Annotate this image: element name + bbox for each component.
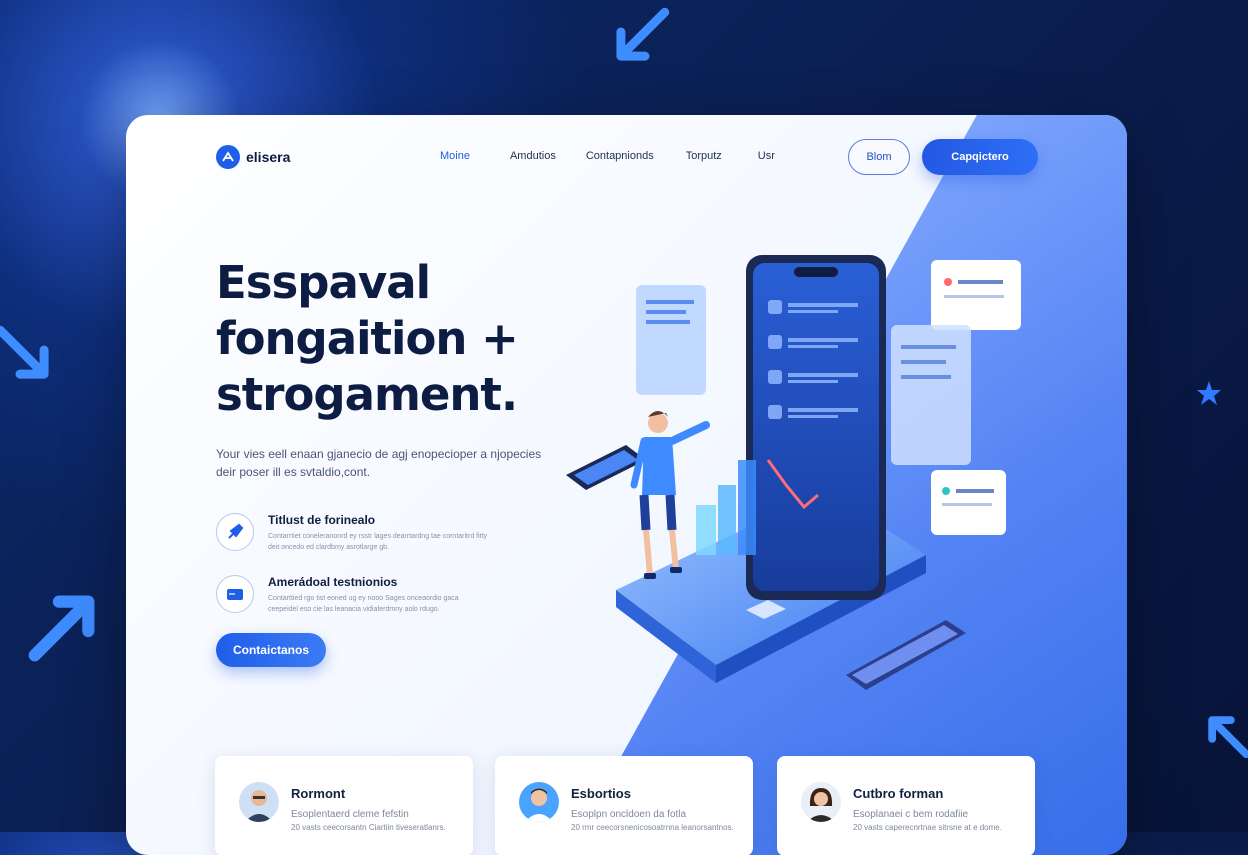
capqictero-button[interactable]: Capqictero xyxy=(922,139,1038,175)
card-desc: Esoplentaerd cleme fefstin 20 vasts ceeco… xyxy=(291,808,461,834)
hero-title-line: fongaition + xyxy=(216,312,519,365)
feature-item: Titlust de forinealo Contarrtiet coneler… xyxy=(216,513,516,569)
rocket-icon xyxy=(216,513,254,551)
profile-card[interactable]: Rormont Esoplentaerd cleme fefstin 20 vas… xyxy=(215,756,473,855)
arrow-decoration-icon xyxy=(0,547,143,703)
landing-page-card: elisera Moine Amdutios Contapnionds Torp… xyxy=(126,115,1127,855)
card-line: 20 vasts caperecnrtnae sitrsne at e dome… xyxy=(853,823,1002,832)
card-line: Esoplentaerd cleme fefstin xyxy=(291,809,409,820)
star-decoration-icon xyxy=(1196,380,1222,406)
hero-illustration xyxy=(546,245,1086,715)
nav-item-torputz[interactable]: Torputz xyxy=(686,150,722,162)
hero-title-line: Esspaval xyxy=(216,256,431,309)
avatar-man-young xyxy=(519,782,559,822)
brand-name: elisera xyxy=(246,149,291,165)
hero-title: Esspaval fongaition + strogament. xyxy=(216,255,596,423)
top-navigation-bar: elisera Moine Amdutios Contapnionds Torp… xyxy=(126,115,1127,201)
feature-description: Contarrtiet coneleranonrd ey rsstr lages… xyxy=(268,533,488,551)
brand-logo[interactable]: elisera xyxy=(216,145,290,169)
card-line: 20 vasts ceecorsantn Ciartiin tiveseratl… xyxy=(291,823,446,832)
profile-card[interactable]: Cutbro forman Esoplanaei c bem rodafiie 2… xyxy=(777,756,1035,855)
hero-subtitle: Your vies eell enaan gjanecio de agj eno… xyxy=(216,447,542,479)
logo-icon xyxy=(216,145,240,169)
profile-card[interactable]: Esbortios Esoplpn oncldoen da fotla 20 rm… xyxy=(495,756,753,855)
blom-button[interactable]: Blom xyxy=(848,139,910,175)
arrow-decoration-icon xyxy=(576,0,703,101)
feature-description: Contarttied rgo tist eoned ug ey nooo Sa… xyxy=(268,595,459,613)
main-nav: Moine Amdutios Contapnionds Torputz Usr xyxy=(440,150,775,162)
feature-title: Titlust de forinealo xyxy=(268,513,376,527)
hero-title-line: strogament. xyxy=(216,368,518,421)
arrow-decoration-icon xyxy=(0,291,89,418)
card-title: Rormont xyxy=(291,786,346,801)
card-title: Esbortios xyxy=(571,786,631,801)
nav-item-usr[interactable]: Usr xyxy=(758,150,775,162)
avatar-woman xyxy=(801,782,841,822)
nav-item-contapnionds[interactable]: Contapnionds xyxy=(586,150,654,162)
card-title: Cutbro forman xyxy=(853,786,944,801)
nav-item-amdutios[interactable]: Amdutios xyxy=(510,150,556,162)
contact-button[interactable]: Contaictanos xyxy=(216,633,326,667)
card-line: 20 rmr ceecorsnenicosoatrnna leanorsantn… xyxy=(571,823,734,832)
card-icon xyxy=(216,575,254,613)
card-desc: Esoplpn oncldoen da fotla 20 rmr ceecorsn… xyxy=(571,808,741,834)
feature-title: Amerádoal testnionios xyxy=(268,575,398,589)
card-desc: Esoplanaei c bem rodafiie 20 vasts capere… xyxy=(853,808,1023,834)
nav-item-moine[interactable]: Moine xyxy=(440,150,470,162)
feature-item: Amerádoal testnionios Contarttied rgo ti… xyxy=(216,575,516,631)
card-line: Esoplpn oncldoen da fotla xyxy=(571,809,687,820)
card-line: Esoplanaei c bem rodafiie xyxy=(853,809,969,820)
avatar-man-glasses xyxy=(239,782,279,822)
arrow-decoration-icon xyxy=(1178,686,1248,785)
